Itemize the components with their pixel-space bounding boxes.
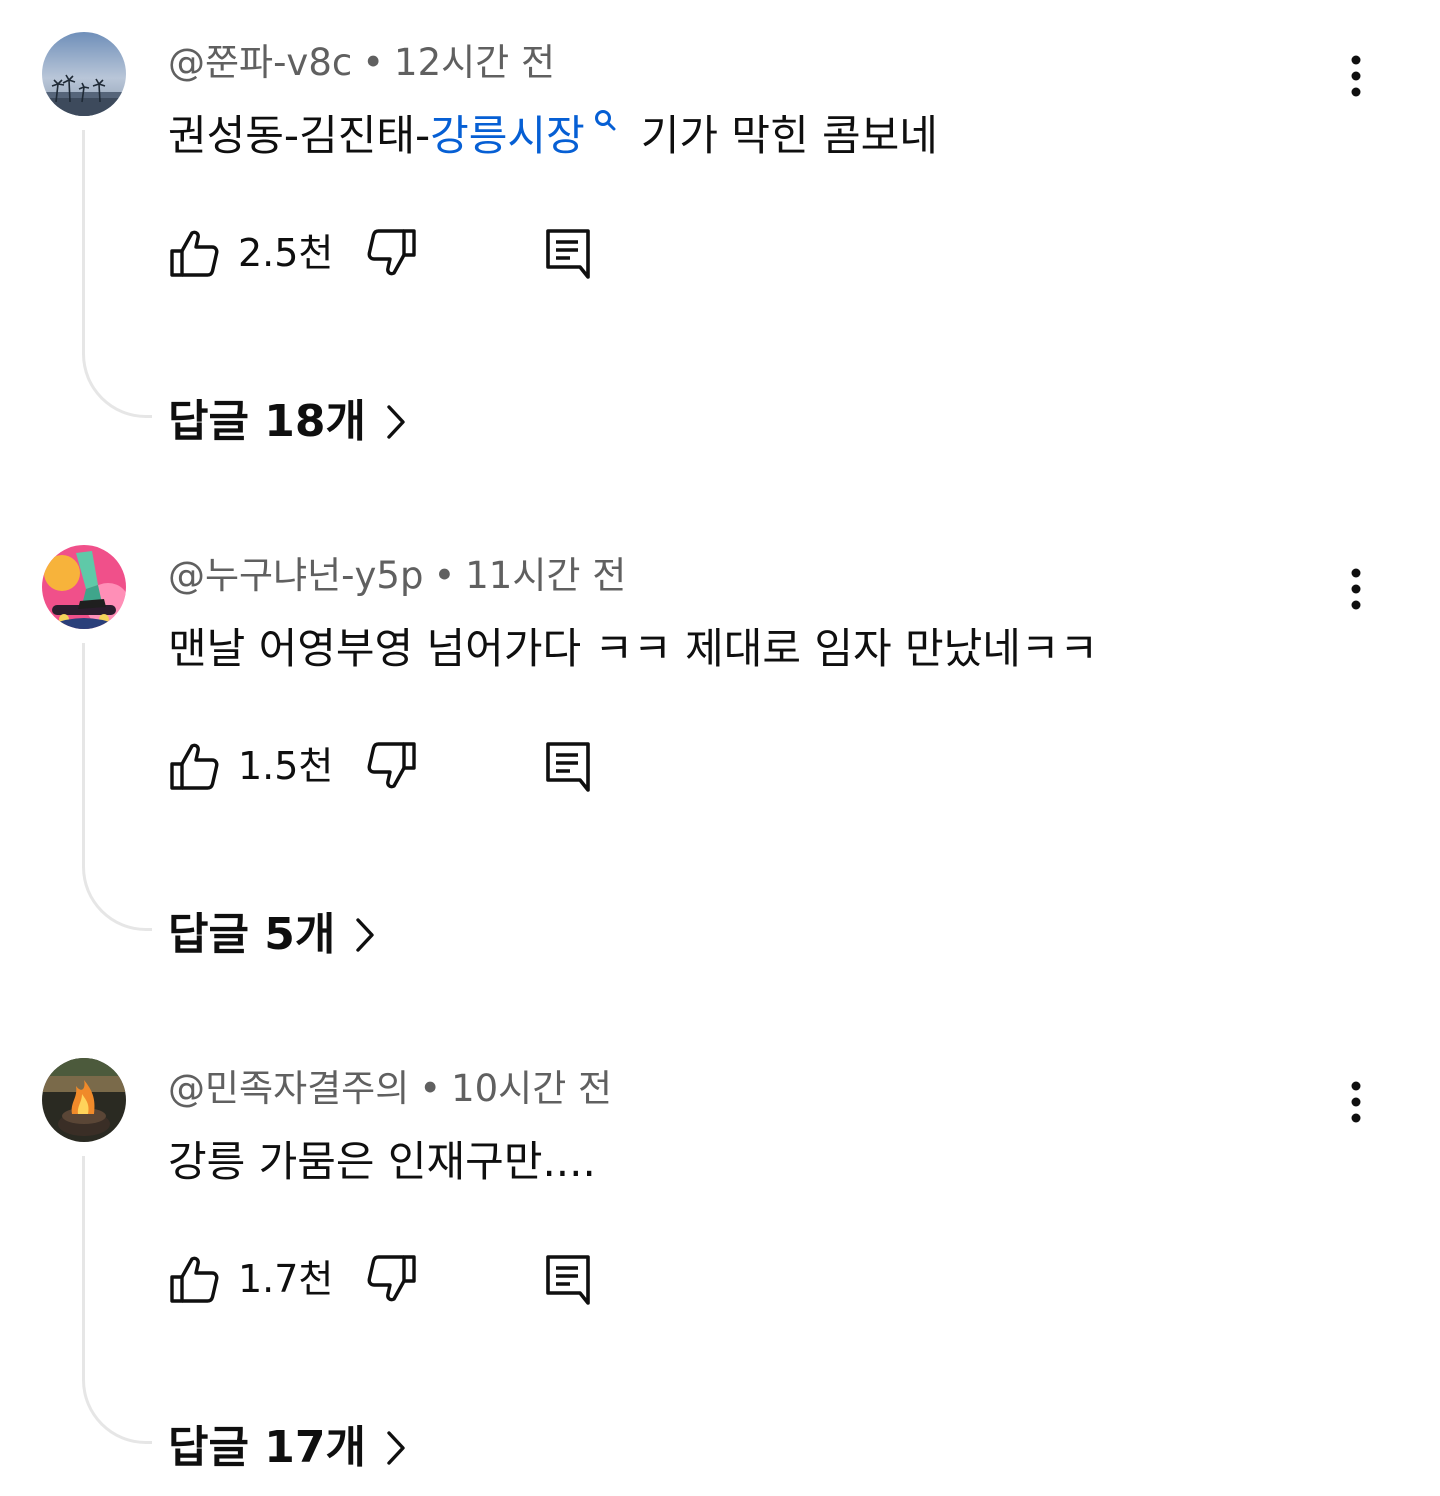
comment-actions: 2.5천	[168, 225, 628, 281]
comment-reply-icon	[546, 742, 590, 792]
thread-connector	[82, 130, 152, 418]
comment-thread: @민족자결주의 • 10시간 전 강릉 가뭄은 인재구만.... 1.7천 답글…	[0, 1026, 1440, 1496]
comment-text: 강릉 가뭄은 인재구만....	[168, 1137, 596, 1186]
like-count: 1.5천	[238, 744, 334, 788]
meta-separator: •	[362, 41, 385, 84]
thumbs-down-icon	[367, 1255, 416, 1302]
comment-text-part: 권성동-김진태-	[168, 111, 431, 160]
chevron-right-icon	[356, 918, 375, 952]
thread-connector	[82, 643, 152, 931]
comment-author[interactable]: @누구냐넌-y5p	[168, 554, 423, 597]
like-button[interactable]: 1.7천	[168, 1251, 348, 1307]
comment-reply-icon	[546, 229, 590, 279]
thumbs-down-icon	[367, 229, 416, 276]
search-link[interactable]: 강릉시장	[430, 111, 585, 160]
avatar[interactable]	[42, 32, 126, 116]
comment-thread: @쭌파-v8c • 12시간 전 권성동-김진태-강릉시장 기가 막힌 콤보네 2.…	[0, 0, 1440, 470]
thumbs-up-icon	[170, 1256, 219, 1303]
comment-meta: @누구냐넌-y5p • 11시간 전	[168, 551, 626, 601]
like-count: 1.7천	[238, 1257, 334, 1301]
comment-text: 맨날 어영부영 넘어가다 ㅋㅋ 제대로 임자 만났네ㅋㅋ	[168, 624, 1099, 673]
reply-button[interactable]	[542, 1251, 594, 1307]
more-vertical-icon[interactable]	[1330, 1076, 1382, 1128]
comment-reply-icon	[546, 1255, 590, 1305]
like-count: 2.5천	[238, 231, 334, 275]
avatar[interactable]	[42, 545, 126, 629]
replies-label: 답글 18개	[168, 396, 366, 447]
comment-time[interactable]: 11시간 전	[465, 554, 626, 597]
reply-button[interactable]	[542, 738, 594, 794]
like-button[interactable]: 1.5천	[168, 738, 348, 794]
search-icon[interactable]	[593, 108, 619, 134]
comment-actions: 1.5천	[168, 738, 628, 794]
comment-time[interactable]: 12시간 전	[394, 41, 555, 84]
comment-meta: @쭌파-v8c • 12시간 전	[168, 38, 555, 88]
more-vertical-icon[interactable]	[1330, 50, 1382, 102]
comment-text: 권성동-김진태-강릉시장 기가 막힌 콤보네	[168, 106, 938, 166]
chevron-right-icon	[387, 1431, 405, 1465]
comment-thread: @누구냐넌-y5p • 11시간 전 맨날 어영부영 넘어가다 ㅋㅋ 제대로 임자 …	[0, 513, 1440, 983]
comment-actions: 1.7천	[168, 1251, 628, 1307]
thumbs-up-icon	[170, 743, 219, 790]
comment-author[interactable]: @쭌파-v8c	[168, 41, 352, 84]
thumbs-up-icon	[170, 230, 219, 277]
meta-separator: •	[419, 1067, 442, 1110]
avatar[interactable]	[42, 1058, 126, 1142]
view-replies-button[interactable]: 답글 17개	[168, 1416, 408, 1480]
dislike-button[interactable]	[366, 1251, 422, 1307]
chevron-right-icon	[387, 405, 405, 439]
thumbs-down-icon	[367, 742, 416, 789]
replies-label: 답글 5개	[168, 909, 336, 960]
comment-author[interactable]: @민족자결주의	[168, 1067, 409, 1110]
reply-button[interactable]	[542, 225, 594, 281]
replies-label: 답글 17개	[168, 1422, 366, 1473]
view-replies-button[interactable]: 답글 5개	[168, 903, 377, 967]
comment-text-part: 기가 막힌 콤보네	[640, 111, 938, 160]
thread-connector	[82, 1156, 152, 1444]
more-vertical-icon[interactable]	[1330, 563, 1382, 615]
view-replies-button[interactable]: 답글 18개	[168, 390, 408, 454]
comment-meta: @민족자결주의 • 10시간 전	[168, 1064, 612, 1114]
dislike-button[interactable]	[366, 225, 422, 281]
meta-separator: •	[433, 554, 456, 597]
comment-time[interactable]: 10시간 전	[451, 1067, 612, 1110]
dislike-button[interactable]	[366, 738, 422, 794]
like-button[interactable]: 2.5천	[168, 225, 348, 281]
